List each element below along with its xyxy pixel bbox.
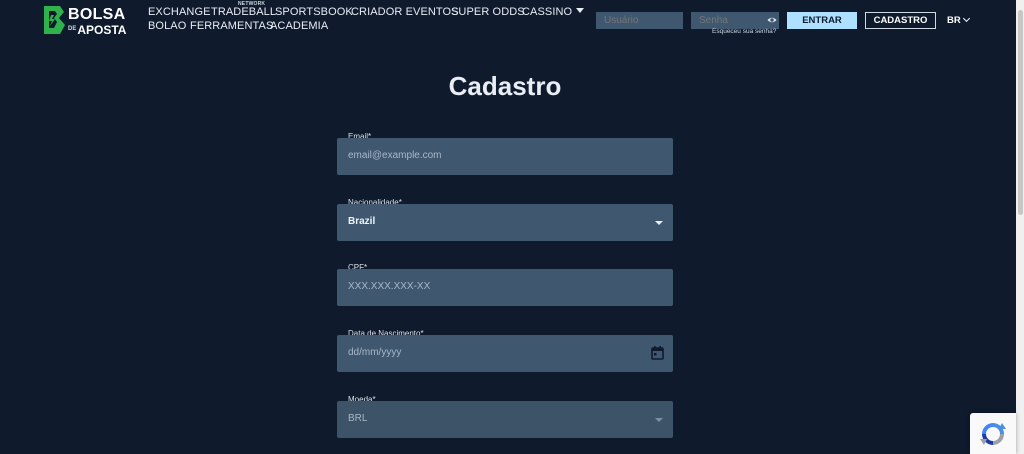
language-selector[interactable]: BR — [947, 14, 970, 26]
nav-sportsbook[interactable]: SPORTSBOOK — [275, 6, 353, 18]
password-input[interactable] — [691, 12, 779, 29]
email-field[interactable]: email@example.com — [337, 138, 673, 175]
caret-down-icon — [576, 8, 585, 13]
top-header: BOLSA DEAPOSTA NETWORK EXCHANGE TRADEBAL… — [0, 0, 1016, 40]
login-button[interactable]: ENTRAR — [787, 12, 857, 29]
birthdate-placeholder: dd/mm/yyyy — [348, 347, 402, 358]
dropdown-caret-icon — [655, 221, 663, 225]
nav-tradeball[interactable]: TRADEBALL — [211, 6, 276, 18]
logo-text-bolsa: BOLSA — [68, 6, 126, 23]
logo-text-de: DE — [68, 26, 77, 32]
bolsa-de-aposta-logo[interactable]: BOLSA DEAPOSTA — [42, 6, 130, 37]
nav-cassino[interactable]: CASSINO — [522, 6, 585, 18]
scrollbar-thumb[interactable] — [1018, 10, 1023, 215]
username-input[interactable] — [596, 12, 683, 29]
birthdate-field[interactable]: dd/mm/yyyy — [337, 335, 673, 372]
nav-ferramentas[interactable]: FERRAMENTAS — [190, 20, 273, 32]
cpf-placeholder: XXX.XXX.XXX-XX — [348, 281, 431, 292]
nav-criador-eventos[interactable]: CRIADOR EVENTOS — [351, 6, 459, 18]
nationality-value: Brazil — [348, 216, 376, 227]
currency-select[interactable]: BRL — [337, 401, 673, 438]
forgot-password-link[interactable]: Esqueceu sua senha? — [712, 28, 776, 35]
nav-bolao[interactable]: BOLAO — [148, 20, 186, 32]
recaptcha-icon — [980, 423, 1006, 445]
nationality-select[interactable]: Brazil — [337, 204, 673, 241]
eye-icon[interactable] — [767, 15, 777, 25]
logo-text-aposta: DEAPOSTA — [68, 23, 126, 37]
currency-value: BRL — [348, 413, 368, 424]
nav-academia[interactable]: ACADEMIA — [270, 20, 328, 32]
cpf-field[interactable]: XXX.XXX.XXX-XX — [337, 269, 673, 306]
calendar-icon[interactable] — [651, 346, 664, 360]
logo-text-aposta-word: APOSTA — [77, 23, 127, 37]
logo-mark-icon — [44, 6, 65, 34]
page-title: Cadastro — [448, 71, 562, 101]
nav-super-odds[interactable]: SUPER ODDS — [451, 6, 525, 18]
register-button[interactable]: CADASTRO — [865, 12, 936, 29]
email-placeholder: email@example.com — [348, 150, 442, 161]
chevron-down-icon — [962, 14, 970, 23]
nav-exchange[interactable]: EXCHANGE — [148, 6, 211, 18]
dropdown-caret-icon — [655, 418, 663, 422]
recaptcha-badge[interactable] — [970, 413, 1016, 454]
language-label: BR — [947, 15, 961, 26]
nav-cassino-label: CASSINO — [522, 6, 573, 18]
